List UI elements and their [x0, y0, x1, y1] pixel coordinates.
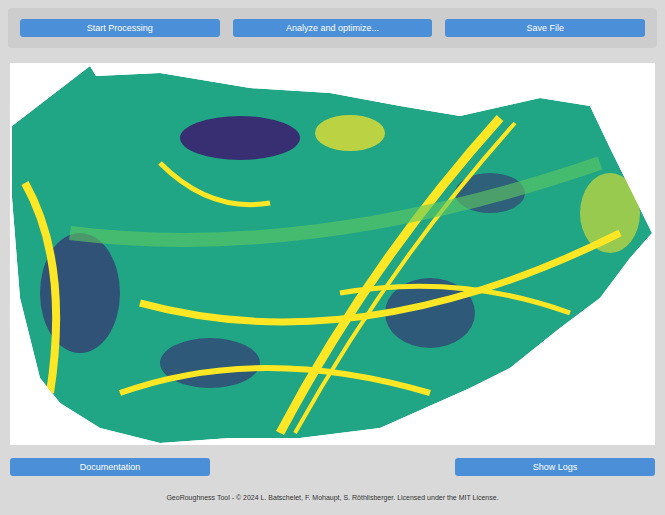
toolbar-area: Start Processing Analyze and optimize... S… [0, 0, 665, 48]
georoughness-window: Start Processing Analyze and optimize... S… [0, 0, 665, 515]
footer-text: GeoRoughness Tool - © 2024 L. Batschelet… [0, 494, 665, 501]
bottom-bar: Documentation Show Logs [0, 458, 665, 476]
roughness-map [10, 63, 655, 445]
toolbar: Start Processing Analyze and optimize... S… [8, 8, 657, 48]
toolbar-button[interactable]: Save File [445, 19, 645, 37]
map-canvas [10, 63, 655, 445]
bottom-button[interactable]: Show Logs [455, 458, 655, 476]
bottom-button[interactable]: Documentation [10, 458, 210, 476]
toolbar-button[interactable]: Start Processing [20, 19, 220, 37]
toolbar-button[interactable]: Analyze and optimize... [233, 19, 433, 37]
